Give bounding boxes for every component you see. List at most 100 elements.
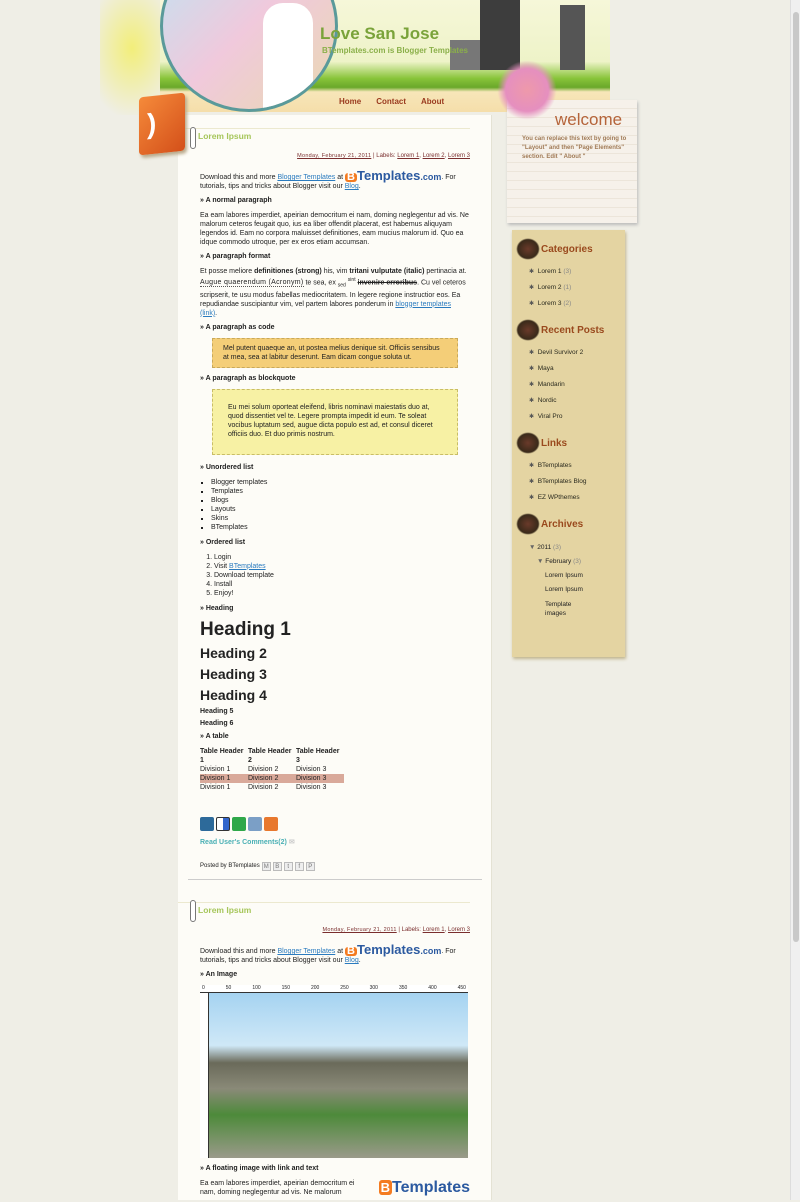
- widget-title-archives: Archives: [516, 513, 583, 535]
- unordered-list: Blogger templates Templates Blogs Layout…: [211, 478, 470, 532]
- category-item[interactable]: Lorem 3 (2): [529, 299, 572, 315]
- archive-post[interactable]: Lorem Ipsum: [545, 585, 583, 594]
- rss-feed-icon[interactable]: ): [139, 92, 185, 156]
- recent-post-link[interactable]: Viral Pro: [529, 412, 583, 428]
- label-link[interactable]: Lorem 3: [448, 927, 470, 933]
- facebook-icon[interactable]: f: [294, 861, 304, 871]
- list-item: BTemplates: [211, 523, 470, 532]
- comments-link[interactable]: Read User's Comments(2) ✉: [200, 838, 470, 846]
- post-footer: Posted by BTemplates MBtfP: [200, 861, 470, 871]
- section-heading: » A paragraph format: [200, 253, 271, 260]
- blog-link[interactable]: Blog: [345, 183, 359, 190]
- heading-4: Heading 4: [200, 686, 267, 703]
- archive-month[interactable]: ▼ February (3): [537, 557, 581, 566]
- rss-icon[interactable]: [264, 816, 278, 831]
- format-paragraph: Et posse meliore definitiones (strong) h…: [200, 268, 467, 317]
- sample-table: Table Header 1 Table Header 2 Table Header…: [200, 747, 344, 792]
- link-item[interactable]: BTemplates Blog: [529, 477, 587, 493]
- blog-link[interactable]: Blog: [345, 957, 359, 964]
- paperclip-icon: [190, 127, 196, 149]
- post-divider: [188, 879, 482, 880]
- section-heading: » A normal paragraph: [200, 197, 272, 204]
- archive-post[interactable]: Template images: [545, 600, 585, 618]
- widget-title-recent-posts: Recent Posts: [516, 319, 604, 341]
- links-list: BTemplates BTemplates Blog EZ WPthemes: [529, 461, 587, 509]
- welcome-text: You can replace this text by going to "L…: [522, 136, 627, 160]
- posted-by: Posted by BTemplates: [200, 863, 260, 870]
- table-header: Table Header 2: [248, 747, 292, 764]
- btemplates-logo[interactable]: B Templates.com: [345, 942, 441, 957]
- blogger-templates-link[interactable]: Blogger Templates: [277, 948, 335, 955]
- label-link[interactable]: Lorem 3: [448, 153, 470, 159]
- category-item[interactable]: Lorem 1 (3): [529, 267, 572, 283]
- archive-year[interactable]: ▼ 2011 (3): [529, 543, 561, 552]
- delicious-icon[interactable]: [216, 816, 230, 831]
- recent-post-link[interactable]: Mandarin: [529, 380, 583, 396]
- scrollbar[interactable]: [790, 0, 800, 1200]
- label-link[interactable]: Lorem 2: [423, 153, 445, 159]
- intro-paragraph: Download this and more Blogger Templates…: [200, 168, 456, 190]
- btemplates-logo[interactable]: B Templates.com: [345, 168, 441, 183]
- digg-icon[interactable]: [200, 816, 214, 831]
- link-item[interactable]: EZ WPthemes: [529, 493, 586, 509]
- list-item: Templates: [211, 487, 470, 496]
- widget-title-links: Links: [516, 432, 567, 454]
- post-title[interactable]: Lorem Ipsum: [198, 131, 251, 141]
- nav-contact[interactable]: Contact: [376, 97, 406, 106]
- email-icon[interactable]: M: [261, 861, 271, 871]
- archive-post[interactable]: Lorem Ipsum: [545, 571, 583, 580]
- widget-title-categories: Categories: [516, 238, 593, 260]
- post-1: Lorem Ipsum Monday, February 21, 2011 | …: [198, 131, 470, 871]
- twitter-icon[interactable]: t: [283, 861, 293, 871]
- table-header: Table Header 3: [296, 747, 340, 764]
- section-heading: » A floating image with link and text: [200, 1165, 319, 1172]
- list-item: Blogger templates: [211, 478, 470, 487]
- category-item[interactable]: Lorem 2 (1): [529, 283, 572, 299]
- phone-icon: [516, 238, 540, 260]
- heading-1: Heading 1: [200, 618, 291, 640]
- list-item: Install: [214, 580, 470, 589]
- section-heading: » A paragraph as blockquote: [200, 374, 296, 382]
- triangle-down-icon: ▼: [529, 544, 536, 551]
- btemplates-link[interactable]: BTemplates: [229, 563, 266, 570]
- reddit-icon[interactable]: [248, 816, 262, 831]
- blogger-templates-link[interactable]: Blogger Templates: [277, 174, 335, 181]
- blog-header: Love San Jose BTemplates.com is Blogger …: [100, 0, 710, 115]
- post-2: Lorem Ipsum Monday, February 21, 2011 | …: [198, 905, 470, 1202]
- recent-post-link[interactable]: Nordic: [529, 396, 583, 412]
- top-nav: Home Contact About: [339, 97, 444, 106]
- btemplates-logo[interactable]: B Templates: [378, 1179, 470, 1197]
- stumbleupon-icon[interactable]: [232, 816, 246, 831]
- share-bar: [200, 816, 470, 831]
- list-item: Blogs: [211, 496, 470, 505]
- intro-paragraph: Download this and more Blogger Templates…: [200, 942, 456, 964]
- post-date[interactable]: Monday, February 21, 2011: [297, 153, 371, 159]
- section-heading: » Ordered list: [200, 538, 246, 546]
- ruler: 0 50 100 150 200 250 300 350 400 450: [200, 985, 468, 993]
- list-item: Skins: [211, 514, 470, 523]
- labels-prefix: | Labels:: [373, 153, 396, 159]
- link-item[interactable]: BTemplates: [529, 461, 586, 477]
- normal-paragraph: Ea eam labores imperdiet, apeirian democ…: [200, 212, 469, 246]
- envelope-icon: ✉: [288, 838, 295, 846]
- nav-about[interactable]: About: [421, 97, 444, 106]
- blog-title[interactable]: Love San Jose: [320, 24, 439, 44]
- blogthis-icon[interactable]: B: [272, 861, 282, 871]
- lily-decoration: [497, 60, 557, 120]
- recent-post-link[interactable]: Maya: [529, 364, 583, 380]
- post-date[interactable]: Monday, February 21, 2011: [322, 927, 396, 933]
- triangle-down-icon: ▼: [537, 558, 544, 565]
- heading-5: Heading 5: [200, 707, 234, 715]
- code-block: Mel putent quaeque an, ut postea melius …: [212, 337, 458, 368]
- pinterest-icon[interactable]: P: [305, 861, 315, 871]
- recent-post-link[interactable]: Devil Survivor 2: [529, 348, 584, 364]
- phone-icon: [516, 432, 540, 454]
- label-link[interactable]: Lorem 1: [397, 153, 419, 159]
- label-link[interactable]: Lorem 1: [423, 927, 445, 933]
- scrollbar-thumb[interactable]: [793, 12, 799, 942]
- post-title[interactable]: Lorem Ipsum: [198, 905, 251, 915]
- recent-posts-list: Devil Survivor 2 Maya Mandarin Nordic Vi…: [529, 348, 584, 428]
- section-heading: » An Image: [200, 971, 238, 978]
- nav-home[interactable]: Home: [339, 97, 361, 106]
- heading-3: Heading 3: [200, 665, 267, 682]
